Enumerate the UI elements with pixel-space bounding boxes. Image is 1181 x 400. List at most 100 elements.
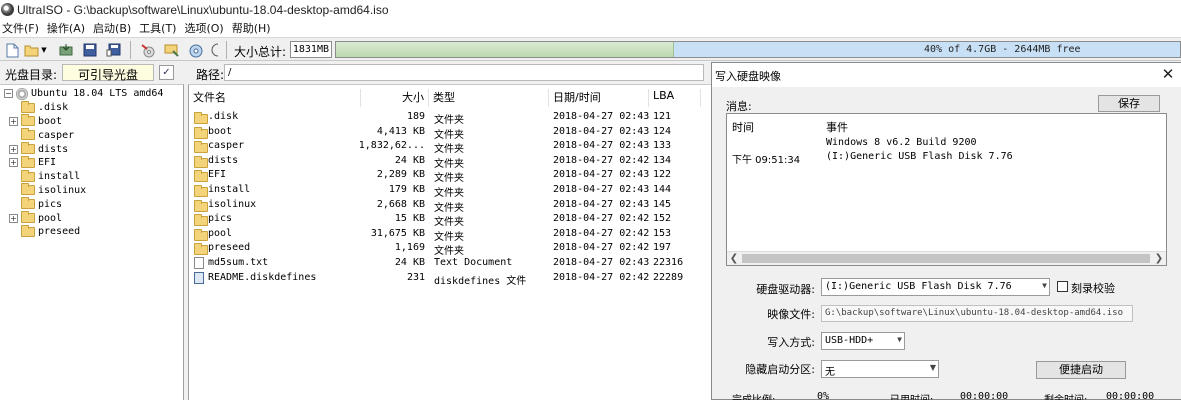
save-log-button[interactable]: 保存 (1098, 95, 1160, 112)
file-size: 2,668 KB (376, 198, 425, 210)
tree-node[interactable]: .disk (0, 100, 183, 115)
file-size: 231 (406, 271, 425, 283)
close-icon[interactable]: ✕ (1158, 65, 1178, 83)
file-row[interactable]: boot 4,413 KB 文件夹 2018-04-27 02:43 124 (189, 125, 709, 141)
image-file-field[interactable]: G:\backup\software\Linux\ubuntu-18.04-de… (821, 305, 1133, 322)
path-label: 路径: (196, 68, 225, 82)
file-row[interactable]: isolinux 2,668 KB 文件夹 2018-04-27 02:43 145 (189, 198, 709, 214)
bootable-disc-indicator[interactable]: 可引导光盘 (62, 64, 154, 82)
scroll-right-icon[interactable]: ❯ (1152, 252, 1166, 266)
hidden-boot-partition-value: 无 (825, 367, 835, 378)
file-row[interactable]: md5sum.txt 24 KB Text Document 2018-04-27 0… (189, 256, 709, 271)
window-title: UltraISO - G:\backup\software\Linux\ubun… (17, 2, 389, 17)
open-dropdown-icon[interactable]: ▼ (40, 42, 48, 58)
tree-node[interactable]: casper (0, 128, 183, 142)
open-folder-icon[interactable] (24, 42, 40, 58)
file-row[interactable]: .disk 189 文件夹 2018-04-27 02:43 121 (189, 110, 709, 126)
column-header-size[interactable]: 大小 (361, 89, 429, 107)
menu-options[interactable]: 选项(O) (182, 20, 229, 36)
chevron-down-icon: ▼ (929, 363, 936, 372)
file-lba: 133 (653, 140, 672, 152)
tree-node-label: casper (38, 129, 75, 141)
collapse-icon[interactable]: − (4, 89, 13, 99)
file-name: EFI (208, 169, 227, 181)
checksum-icon[interactable] (210, 42, 220, 58)
menu-bootable[interactable]: 启动(B) (91, 20, 137, 36)
new-file-icon[interactable] (4, 42, 20, 58)
file-name: pics (208, 213, 233, 225)
disc-panel-header: 光盘目录: 可引导光盘 ✓ (0, 62, 184, 84)
log-column-time: 时间 (732, 121, 754, 134)
menu-tools[interactable]: 工具(T) (137, 20, 182, 36)
file-row[interactable]: README.diskdefines 231 diskdefines 文件 2018-… (189, 271, 709, 287)
file-row[interactable]: pics 15 KB 文件夹 2018-04-27 02:42 152 (189, 212, 709, 228)
folder-icon (194, 185, 208, 197)
file-row[interactable]: EFI 2,289 KB 文件夹 2018-04-27 02:43 122 (189, 168, 709, 184)
tree-root-node[interactable]: − Ubuntu 18.04 LTS amd64 (0, 87, 183, 101)
save-as-icon[interactable] (106, 42, 122, 58)
column-header-datetime[interactable]: 日期/时间 (549, 89, 649, 107)
file-date: 2018-04-27 02:43 (553, 257, 650, 268)
tree-node-label: .disk (38, 102, 69, 114)
menu-actions[interactable]: 操作(A) (45, 20, 91, 36)
disc-tree: − Ubuntu 18.04 LTS amd64 .disk + boot casper +… (0, 84, 184, 400)
log-row-2-time: 下午 09:51:34 (732, 155, 801, 166)
menu-file[interactable]: 文件(F) (0, 20, 45, 36)
menu-help[interactable]: 帮助(H) (230, 20, 277, 36)
save-icon[interactable] (82, 42, 98, 58)
burn-disc-icon[interactable] (140, 42, 156, 58)
folder-icon (21, 169, 35, 182)
capacity-status-text: 40% of 4.7GB - 2644MB free (924, 44, 1081, 55)
progress-label: 完成比例: (732, 391, 775, 400)
extract-icon[interactable] (58, 42, 74, 58)
tree-node[interactable]: isolinux (0, 183, 183, 198)
verify-checkbox[interactable] (1057, 281, 1068, 292)
expand-icon[interactable]: + (9, 158, 18, 168)
file-row[interactable]: dists 24 KB 文件夹 2018-04-27 02:42 134 (189, 154, 709, 170)
file-size: 31,675 KB (370, 227, 425, 239)
disc-directory-label: 光盘目录: (5, 68, 58, 82)
folder-icon (21, 197, 35, 210)
drive-select[interactable]: (I:)Generic USB Flash Disk 7.76 ▼ (821, 278, 1050, 296)
expand-icon[interactable]: + (9, 213, 18, 223)
tree-node-label: Ubuntu 18.04 LTS amd64 (31, 88, 164, 100)
file-lba: 144 (653, 184, 672, 195)
tree-node[interactable]: + EFI (0, 155, 183, 170)
tree-node-label: install (38, 171, 81, 183)
tree-node[interactable]: pics (0, 197, 183, 211)
file-row[interactable]: pool 31,675 KB 文件夹 2018-04-27 02:42 153 (189, 227, 709, 243)
compress-icon[interactable] (188, 42, 204, 58)
column-header-type[interactable]: 类型 (429, 89, 549, 107)
column-header-lba[interactable]: LBA (649, 89, 701, 107)
tree-node[interactable]: + dists (0, 142, 183, 156)
tree-node-label: pool (38, 212, 63, 224)
tree-node[interactable]: install (0, 169, 183, 184)
file-size: 1,169 (394, 242, 425, 254)
folder-icon (194, 214, 208, 227)
folder-icon (21, 211, 35, 224)
write-mode-select[interactable]: USB-HDD+ ▼ (821, 332, 905, 350)
log-horizontal-scrollbar[interactable]: ❮ ❯ (727, 251, 1166, 265)
file-name: install (208, 184, 251, 195)
file-lba: 121 (653, 111, 672, 122)
tree-node[interactable]: + pool (0, 211, 183, 225)
quick-boot-button[interactable]: 便捷启动 (1036, 361, 1126, 379)
file-type: diskdefines 文件 (434, 275, 527, 287)
elapsed-time-label: 已用时间: (890, 391, 933, 400)
tree-node[interactable]: + boot (0, 114, 183, 129)
column-header-filename[interactable]: 文件名 (189, 89, 361, 107)
file-row[interactable]: install 179 KB 文件夹 2018-04-27 02:43 144 (189, 183, 709, 199)
disc-properties-button[interactable]: ✓ (159, 65, 174, 80)
scrollbar-thumb[interactable] (742, 254, 1150, 263)
path-field[interactable]: / (224, 64, 704, 81)
verify-label: 刻录校验 (1071, 282, 1115, 295)
mount-icon[interactable] (164, 42, 180, 58)
hidden-boot-partition-select[interactable]: 无 ▼ (821, 360, 939, 378)
file-row[interactable]: preseed 1,169 文件夹 2018-04-27 02:42 197 (189, 241, 709, 257)
expand-icon[interactable]: + (9, 144, 18, 154)
expand-icon[interactable]: + (9, 116, 18, 126)
file-row[interactable]: casper 1,832,62... 文件夹 2018-04-27 02:43 133 (189, 139, 709, 155)
tree-node[interactable]: preseed (0, 224, 183, 239)
total-size-value: 1831MB (290, 41, 332, 58)
scroll-left-icon[interactable]: ❮ (727, 252, 741, 266)
